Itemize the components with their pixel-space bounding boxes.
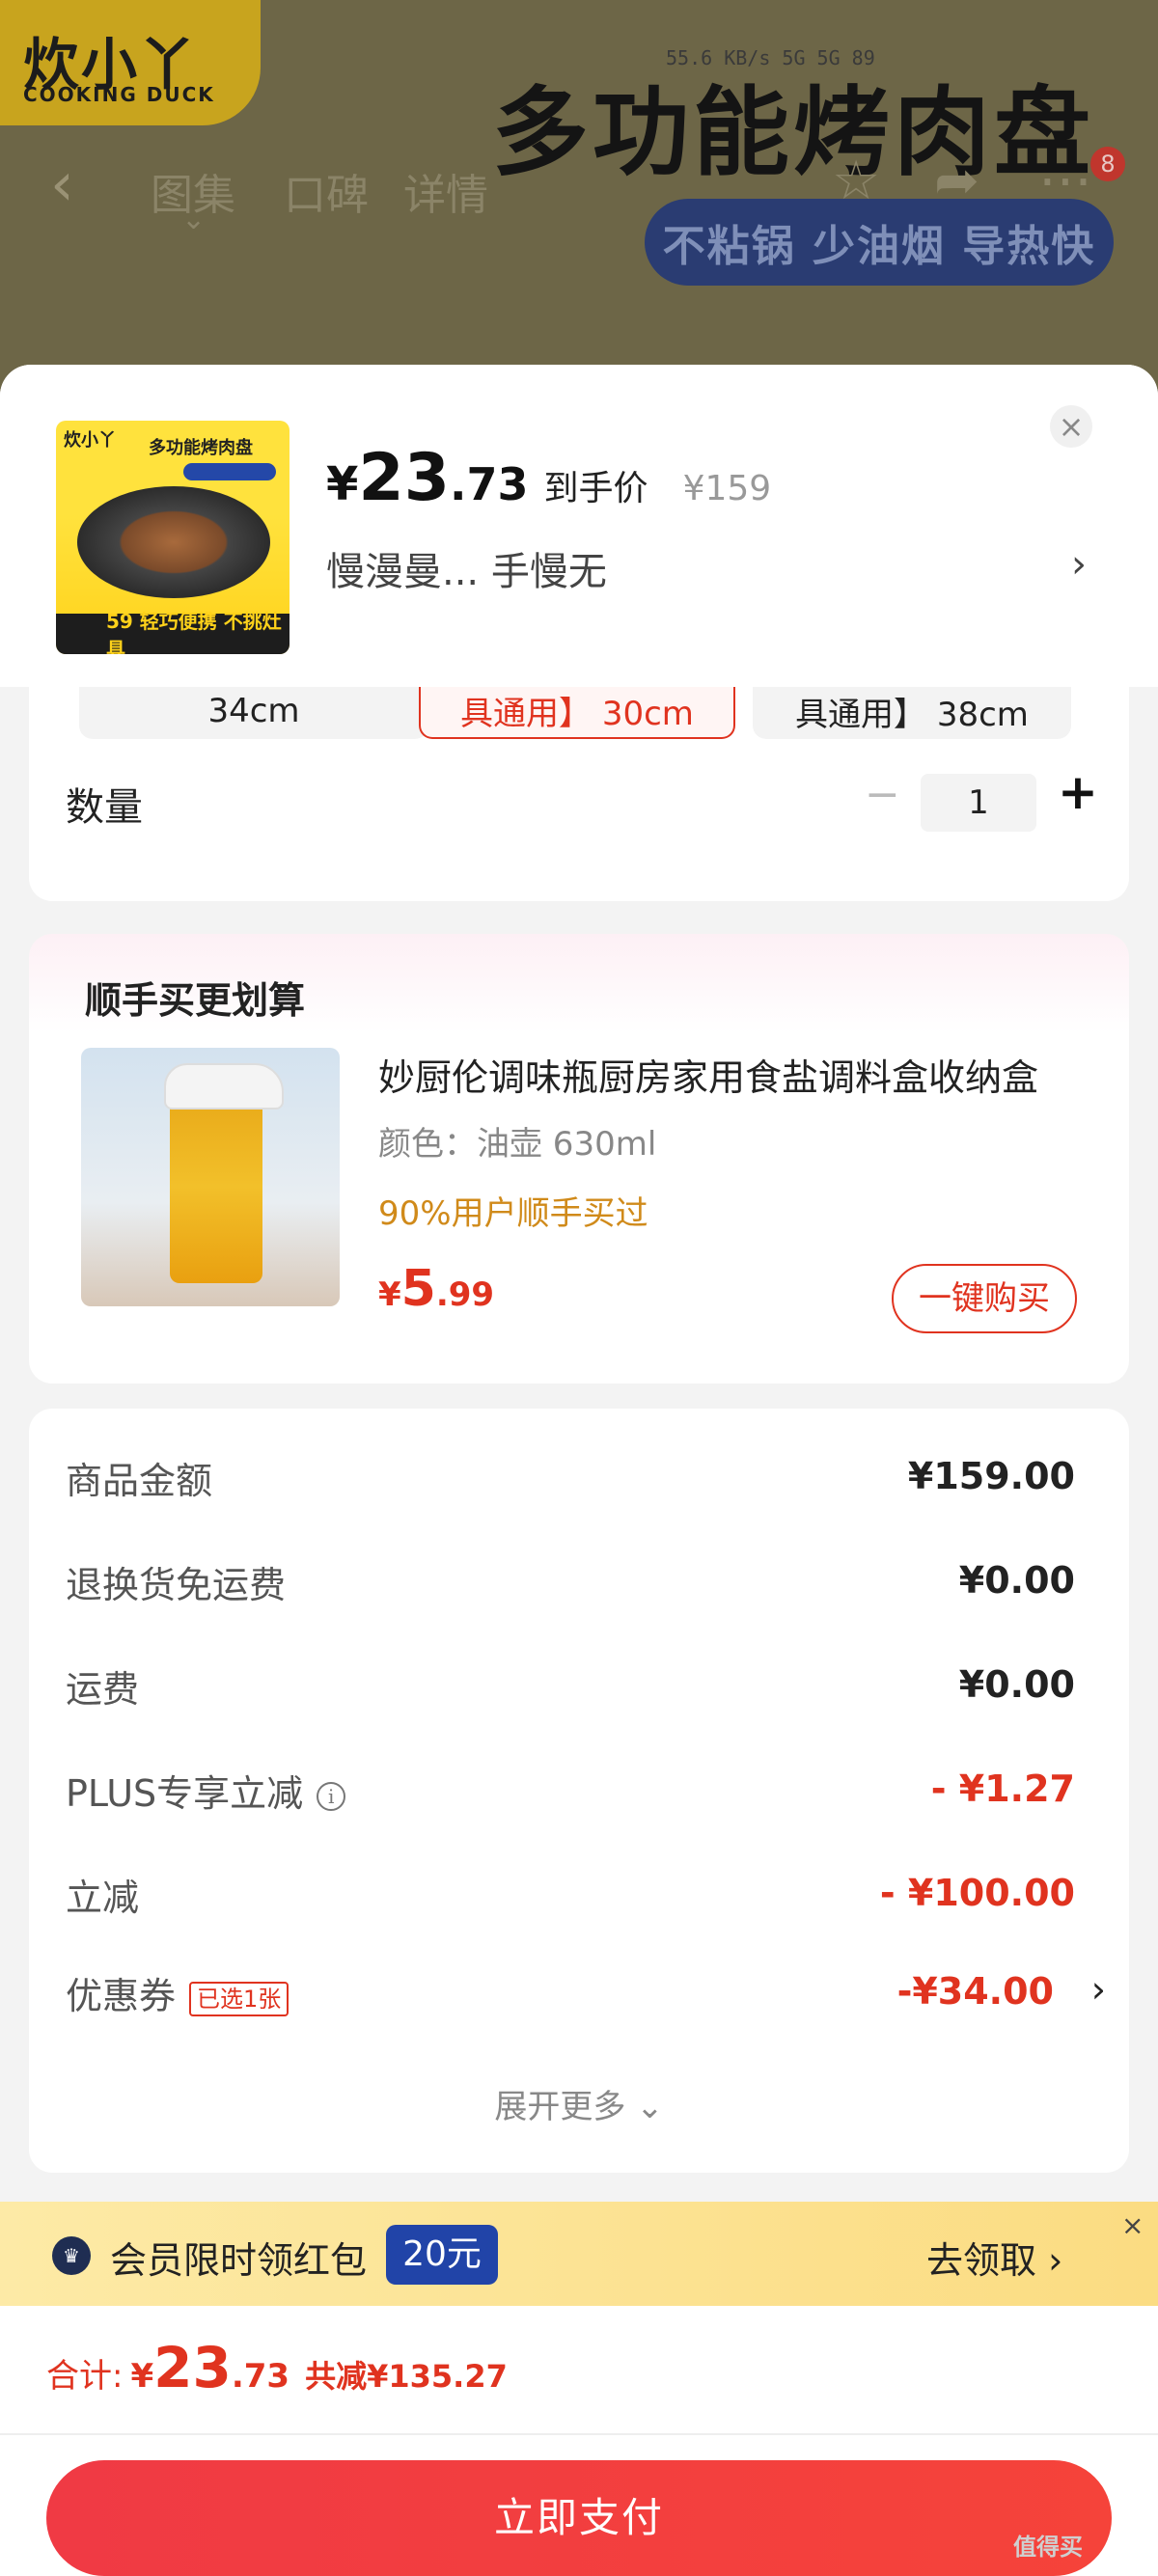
- price-label: 到手价: [543, 469, 648, 508]
- amount-value: - ¥100.00: [879, 1872, 1075, 1914]
- checkout-footer: 合计: ¥ 23 .73 共减¥135.27 立即支付: [0, 2306, 1158, 2576]
- quantity-minus-button[interactable]: −: [865, 770, 900, 819]
- pay-now-button[interactable]: 立即支付: [46, 2460, 1112, 2576]
- footer-divider: [0, 2433, 1158, 2435]
- share-icon[interactable]: ➦: [934, 154, 979, 208]
- plus-discount-label: PLUS专享立减: [66, 1772, 304, 1815]
- price-currency: ¥: [326, 457, 359, 511]
- recommend-product-name[interactable]: 妙厨伦调味瓶厨房家用食盐调料盒收纳盒: [378, 1048, 1092, 1101]
- watermark: 值得买: [1013, 2534, 1083, 2561]
- info-icon[interactable]: i: [317, 1781, 346, 1811]
- amount-breakdown-card: 商品金额 ¥159.00 退换货免运费 ¥0.00 运费 ¥0.00 PLUS专…: [29, 1409, 1129, 2173]
- grill-pan-image: [77, 486, 270, 598]
- chevron-right-icon[interactable]: ›: [1091, 1968, 1106, 2011]
- total-integer: 23: [153, 2335, 232, 2400]
- amount-value: - ¥1.27: [930, 1768, 1075, 1810]
- recommend-price-currency: ¥: [378, 1275, 401, 1314]
- recommend-price: ¥5.99: [378, 1260, 494, 1318]
- amount-row-plus-discount: PLUS专享立减 i - ¥1.27: [29, 1764, 1129, 1822]
- close-icon[interactable]: ×: [1121, 2209, 1144, 2241]
- amount-value: -¥34.00: [896, 1970, 1054, 2013]
- tab-reviews[interactable]: 口碑: [284, 160, 369, 222]
- quantity-plus-button[interactable]: +: [1058, 764, 1098, 820]
- price-decimal: .73: [450, 458, 529, 510]
- brand-logo: 炊小丫 COOKING DUCK: [0, 0, 261, 125]
- recommend-bought-rate: 90%用户顺手买过: [378, 1194, 648, 1233]
- bottle-cap: [164, 1063, 284, 1110]
- expand-more-button[interactable]: 展开更多 ⌄: [29, 2080, 1129, 2127]
- total-label: 合计:: [46, 2357, 124, 2396]
- amount-value: ¥0.00: [958, 1663, 1075, 1706]
- thumb-brand: 炊小丫: [64, 430, 116, 451]
- red-packet-amount-badge: 20元: [386, 2225, 498, 2285]
- one-click-buy-button[interactable]: 一键购买: [892, 1264, 1077, 1333]
- thumb-bottom-text: 59 轻巧便携 不挑灶具: [56, 610, 290, 654]
- amount-label: 退换货免运费: [66, 1564, 287, 1606]
- recommend-card: 顺手买更划算 妙厨伦调味瓶厨房家用食盐调料盒收纳盒 颜色：油壶 630ml 90…: [29, 934, 1129, 1384]
- price-integer: 23: [358, 440, 451, 516]
- thumb-title: 多功能烤肉盘: [149, 438, 253, 458]
- amount-label: 优惠券 已选1张: [66, 1966, 290, 2019]
- original-price: ¥159: [682, 469, 772, 508]
- amount-row-instant-discount: 立减 - ¥100.00: [29, 1868, 1129, 1926]
- size-option-34cm[interactable]: 34cm: [79, 683, 428, 739]
- sheet-header: 炊小丫 多功能烤肉盘 59 轻巧便携 不挑灶具 ¥ 23 .73 到手价 ¥15…: [0, 365, 1158, 687]
- more-icon[interactable]: ⋯: [1038, 154, 1092, 208]
- recommend-price-decimal: .99: [435, 1275, 495, 1314]
- size-option-38cm[interactable]: 具通用】 38cm: [753, 683, 1071, 739]
- member-crown-icon: ♛: [52, 2236, 91, 2275]
- recommend-product-color: 颜色：油壶 630ml: [378, 1125, 657, 1164]
- amount-value: ¥159.00: [907, 1455, 1075, 1497]
- thumb-pill: [183, 463, 276, 480]
- recommend-product-image[interactable]: [81, 1048, 340, 1306]
- coupon-label: 优惠券: [66, 1975, 177, 2017]
- notification-badge: 8: [1090, 147, 1125, 181]
- quantity-label: 数量: [66, 785, 143, 830]
- checkout-sheet: 炊小丫 多功能烤肉盘 59 轻巧便携 不挑灶具 ¥ 23 .73 到手价 ¥15…: [0, 365, 1158, 2576]
- total-currency: ¥: [130, 2357, 154, 2396]
- quantity-input[interactable]: 1: [921, 774, 1036, 832]
- coupon-selected-badge: 已选1张: [189, 1981, 290, 2016]
- amount-row-goods: 商品金额 ¥159.00: [29, 1451, 1129, 1509]
- recommend-price-integer: 5: [400, 1260, 436, 1318]
- recommend-title: 顺手买更划算: [85, 979, 306, 1022]
- chevron-right-icon[interactable]: ›: [1071, 542, 1087, 587]
- final-price: ¥ 23 .73 到手价 ¥159: [326, 440, 771, 516]
- amount-label: 运费: [66, 1668, 140, 1711]
- product-headline: 多功能烤肉盘: [492, 76, 1094, 189]
- back-icon[interactable]: ‹: [50, 154, 74, 214]
- background-product-page: 炊小丫 COOKING DUCK 55.6 KB/s 5G 5G 89 多功能烤…: [0, 0, 1158, 405]
- total-decimal: .73: [231, 2357, 290, 2396]
- oil-bottle-image: [170, 1090, 262, 1283]
- amount-label: 商品金额: [66, 1460, 213, 1502]
- amount-row-coupon[interactable]: 优惠券 已选1张 -¥34.00 ›: [29, 1966, 1129, 2024]
- close-icon[interactable]: ×: [1050, 405, 1092, 448]
- tab-indicator-icon: ⌄: [181, 203, 207, 236]
- star-icon[interactable]: ☆: [832, 154, 880, 208]
- member-banner-text: 会员限时领红包: [110, 2239, 368, 2282]
- claim-button[interactable]: 去领取 ›: [926, 2231, 1062, 2284]
- order-total: 合计: ¥ 23 .73 共减¥135.27: [46, 2335, 508, 2400]
- amount-label: 立减: [66, 1877, 140, 1919]
- amount-label: PLUS专享立减 i: [66, 1764, 346, 1817]
- tab-details[interactable]: 详情: [403, 160, 488, 222]
- amount-row-shipping: 运费 ¥0.00: [29, 1659, 1129, 1717]
- product-thumbnail[interactable]: 炊小丫 多功能烤肉盘 59 轻巧便携 不挑灶具: [56, 421, 290, 654]
- total-savings: 共减¥135.27: [305, 2358, 508, 2395]
- amount-value: ¥0.00: [958, 1559, 1075, 1602]
- member-red-packet-banner[interactable]: ♛ 会员限时领红包 20元 去领取 › ×: [0, 2202, 1158, 2306]
- delivery-address[interactable]: 慢漫曼... 手慢无: [326, 540, 607, 596]
- amount-row-return-shipping: 退换货免运费 ¥0.00: [29, 1555, 1129, 1613]
- brand-name-en: COOKING DUCK: [23, 83, 215, 106]
- size-option-30cm-selected[interactable]: 具通用】 30cm: [419, 683, 735, 739]
